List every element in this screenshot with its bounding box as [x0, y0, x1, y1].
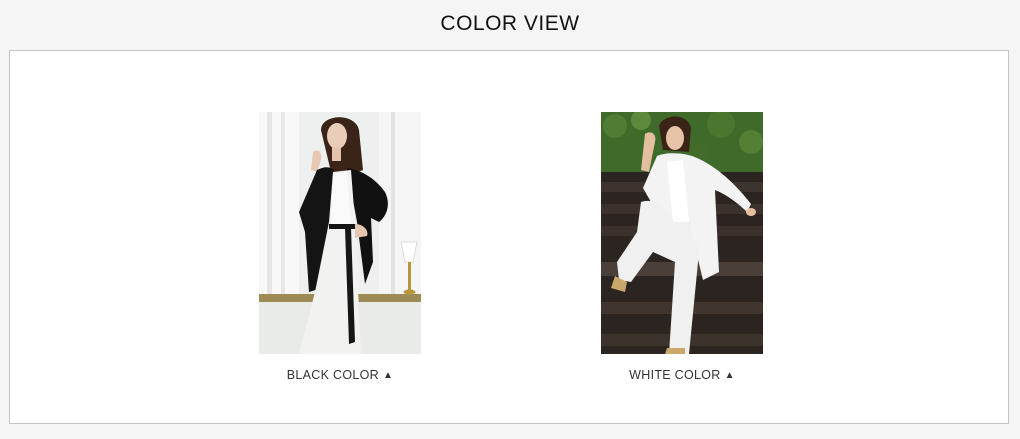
color-view-panel: BLACK COLOR ▲ WHITE COLOR ▲ [9, 50, 1009, 424]
triangle-up-icon: ▲ [724, 370, 735, 381]
color-variant-white[interactable]: WHITE COLOR ▲ [601, 112, 763, 382]
color-variant-black[interactable]: BLACK COLOR ▲ [259, 112, 421, 382]
page-title: COLOR VIEW [440, 12, 580, 35]
white-color-link[interactable]: WHITE COLOR ▲ [561, 368, 803, 382]
white-color-label: WHITE COLOR [629, 368, 721, 382]
white-color-photo[interactable] [601, 112, 763, 354]
black-color-link[interactable]: BLACK COLOR ▲ [219, 368, 461, 382]
black-color-photo[interactable] [259, 112, 421, 354]
black-color-label: BLACK COLOR [286, 368, 379, 382]
triangle-up-icon: ▲ [383, 370, 394, 381]
